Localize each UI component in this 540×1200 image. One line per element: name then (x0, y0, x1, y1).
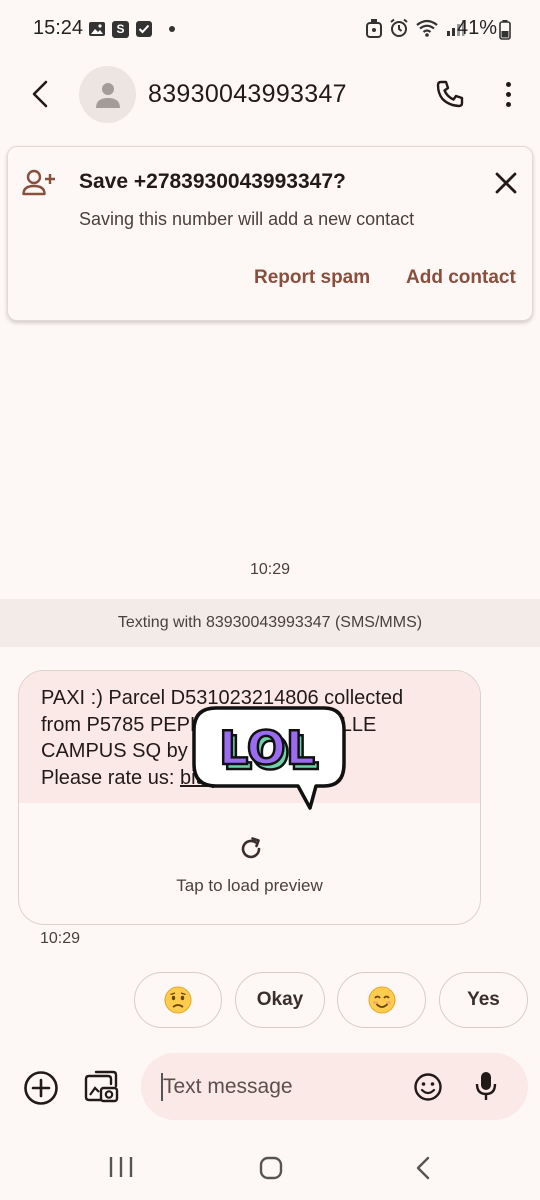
add-attachment-button[interactable] (23, 1070, 59, 1106)
quick-reply-smile-emoji[interactable] (337, 972, 426, 1028)
lol-sticker: LOL LOL (186, 702, 348, 814)
texting-with-banner: Texting with 83930043993347 (SMS/MMS) (0, 599, 540, 647)
more-options-button[interactable] (498, 78, 518, 110)
contact-avatar[interactable] (79, 66, 136, 123)
battery-percent: 41% (457, 17, 498, 39)
message-time: 10:29 (40, 930, 81, 947)
save-contact-title: Save +2783930043993347? (79, 170, 346, 193)
nav-back-icon (414, 1155, 432, 1181)
lol-sticker-text: LOL (219, 721, 315, 775)
quick-reply-okay[interactable]: Okay (235, 972, 325, 1028)
nav-home-button[interactable] (259, 1156, 283, 1180)
quick-reply-yes[interactable]: Yes (439, 972, 528, 1028)
worried-face-icon (163, 985, 193, 1015)
conversation-title: 83930043993347 (148, 80, 347, 108)
status-notification-icons: S (88, 20, 175, 38)
status-system-icons (365, 18, 465, 38)
rate-us-text: Please rate us: (41, 766, 180, 789)
text-cursor (161, 1073, 163, 1101)
reload-icon[interactable] (237, 835, 265, 863)
quick-reply-worried-emoji[interactable] (134, 972, 222, 1028)
smiling-face-icon (367, 985, 397, 1015)
alarm-icon (389, 18, 409, 38)
home-icon (259, 1156, 283, 1180)
close-card-button[interactable] (493, 170, 519, 196)
more-notifications-dot-icon (169, 26, 175, 32)
gallery-camera-icon (82, 1068, 120, 1106)
message-input[interactable] (161, 1053, 401, 1120)
battery-icon (499, 20, 511, 40)
close-icon (493, 170, 519, 196)
s-app-notification-icon: S (112, 20, 129, 38)
recents-icon (108, 1155, 134, 1179)
add-contact-button[interactable]: Add contact (406, 267, 516, 289)
tap-to-load-preview[interactable]: Tap to load preview (19, 876, 480, 896)
time-divider: 10:29 (249, 561, 291, 578)
back-arrow-icon (30, 79, 50, 109)
wifi-icon (415, 18, 439, 38)
microphone-button[interactable] (474, 1070, 498, 1102)
back-button[interactable] (24, 76, 56, 112)
gallery-notification-icon (88, 20, 106, 38)
status-time: 15:24 (33, 17, 84, 39)
phone-icon (434, 78, 466, 110)
gallery-camera-button[interactable] (82, 1068, 120, 1106)
save-contact-subtitle: Saving this number will add a new contac… (79, 209, 415, 229)
report-spam-button[interactable]: Report spam (254, 267, 370, 289)
nav-back-button[interactable] (414, 1155, 432, 1181)
emoji-button[interactable] (413, 1072, 443, 1102)
add-person-icon (22, 168, 58, 198)
lock-timer-icon (365, 18, 383, 38)
avatar-person-icon (93, 80, 123, 110)
nav-recents-button[interactable] (108, 1155, 134, 1179)
checkbox-notification-icon (135, 20, 153, 38)
call-button[interactable] (434, 78, 466, 110)
plus-circle-icon (23, 1070, 59, 1106)
compose-bar (141, 1053, 528, 1120)
